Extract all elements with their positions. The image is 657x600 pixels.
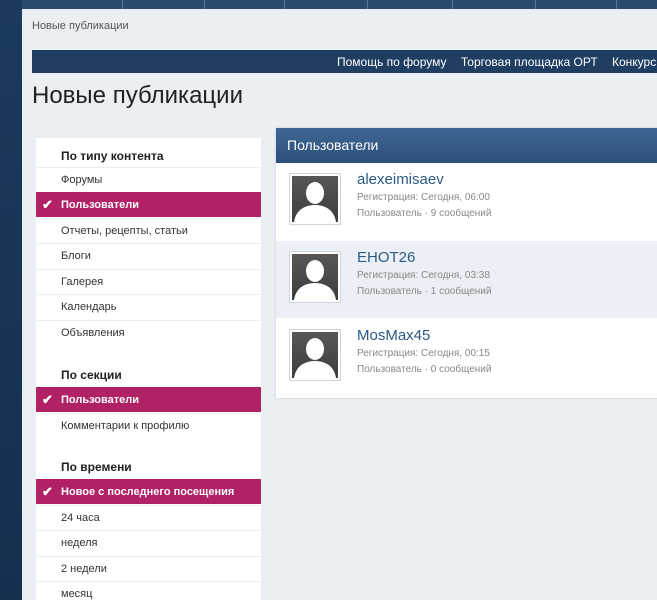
user-name-link[interactable]: alexeimisaev: [357, 171, 444, 188]
top-nav-divider: [284, 0, 285, 9]
filter-section-title-time: По времени: [61, 460, 132, 474]
filter-section-title-content-type: По типу контента: [61, 149, 164, 163]
filter-item-label: 2 недели: [61, 563, 107, 575]
page: Новые публикации Помощь по форуму Торгов…: [22, 0, 657, 600]
filter-item-2-weeks[interactable]: 2 недели: [36, 556, 261, 581]
filter-item-label: Блоги: [61, 250, 91, 262]
user-registration: Регистрация: Сегодня, 06:00: [357, 192, 490, 203]
filter-item-blogs[interactable]: Блоги: [36, 243, 261, 268]
filter-item-week[interactable]: неделя: [36, 530, 261, 555]
filter-item-calendar[interactable]: Календарь: [36, 294, 261, 319]
filter-item-label: Форумы: [61, 174, 103, 186]
filter-section-title-section: По секции: [61, 368, 122, 382]
filter-item-gallery[interactable]: Галерея: [36, 269, 261, 294]
panel-title: Пользователи: [287, 137, 379, 153]
checkmark-icon: ✔: [42, 197, 53, 212]
secondary-navbar: Помощь по форуму Торговая площадка ОРТ К…: [32, 50, 657, 73]
filter-item-label: неделя: [61, 537, 98, 549]
nav-link-marketplace[interactable]: Торговая площадка ОРТ: [461, 55, 598, 69]
filter-item-label: Отчеты, рецепты, статьи: [61, 225, 188, 237]
page-title: Новые публикации: [32, 82, 243, 109]
filter-item-label: Комментарии к профилю: [61, 420, 190, 432]
user-info: Пользователь · 9 сообщений: [357, 208, 492, 219]
checkmark-icon: ✔: [42, 392, 53, 407]
default-user-avatar-icon[interactable]: [289, 329, 341, 381]
top-nav-divider: [122, 0, 123, 9]
users-panel: Пользователи alexeimisaev Регистрация: С…: [276, 128, 657, 398]
background-edge: [0, 0, 22, 600]
user-name-link[interactable]: MosMax45: [357, 327, 430, 344]
checkmark-icon: ✔: [42, 484, 53, 499]
filter-item-classifieds[interactable]: Объявления: [36, 320, 261, 345]
filter-item-label: Галерея: [61, 276, 104, 288]
filter-item-forums[interactable]: Форумы: [36, 167, 261, 192]
top-nav-divider: [616, 0, 617, 9]
user-row: MosMax45 Регистрация: Сегодня, 00:15 Пол…: [276, 319, 657, 396]
navbar-links: Помощь по форуму Торговая площадка ОРТ К…: [337, 55, 657, 69]
filter-item-users[interactable]: ✔ Пользователи: [36, 192, 261, 217]
top-nav-divider: [452, 0, 453, 9]
user-name-link[interactable]: EHOT26: [357, 249, 415, 266]
panel-header: Пользователи: [276, 128, 657, 163]
filter-item-label: Календарь: [61, 301, 117, 313]
filter-item-label: Объявления: [61, 327, 125, 339]
nav-link-contests[interactable]: Конкурсы: [612, 55, 657, 69]
user-row: alexeimisaev Регистрация: Сегодня, 06:00…: [276, 163, 657, 240]
filter-item-since-last-visit[interactable]: ✔ Новое с последнего посещения: [36, 479, 261, 504]
filter-item-label: Пользователи: [61, 199, 140, 211]
filter-item-month[interactable]: месяц: [36, 581, 261, 600]
user-row: EHOT26 Регистрация: Сегодня, 03:38 Польз…: [276, 241, 657, 318]
user-registration: Регистрация: Сегодня, 03:38: [357, 270, 490, 281]
filter-item-profile-comments[interactable]: Комментарии к профилю: [36, 413, 261, 438]
filter-item-label: Новое с последнего посещения: [61, 486, 235, 498]
user-info: Пользователь · 0 сообщений: [357, 364, 492, 375]
breadcrumb[interactable]: Новые публикации: [32, 20, 129, 32]
user-registration: Регистрация: Сегодня, 00:15: [357, 348, 490, 359]
top-nav-divider: [535, 0, 536, 9]
filter-item-label: Пользователи: [61, 394, 140, 406]
filter-item-label: месяц: [61, 588, 93, 600]
default-user-avatar-icon[interactable]: [289, 251, 341, 303]
filter-item-24-hours[interactable]: 24 часа: [36, 505, 261, 530]
top-nav-divider: [367, 0, 368, 9]
filter-sidebar: По типу контента Форумы ✔ Пользователи От…: [36, 138, 261, 600]
user-info: Пользователь · 1 сообщений: [357, 286, 492, 297]
filter-item-label: 24 часа: [61, 512, 100, 524]
top-nav-strip: [22, 0, 657, 9]
filter-item-section-users[interactable]: ✔ Пользователи: [36, 387, 261, 412]
filter-item-articles[interactable]: Отчеты, рецепты, статьи: [36, 218, 261, 243]
top-nav-divider: [204, 0, 205, 9]
nav-link-help[interactable]: Помощь по форуму: [337, 55, 447, 69]
default-user-avatar-icon[interactable]: [289, 173, 341, 225]
